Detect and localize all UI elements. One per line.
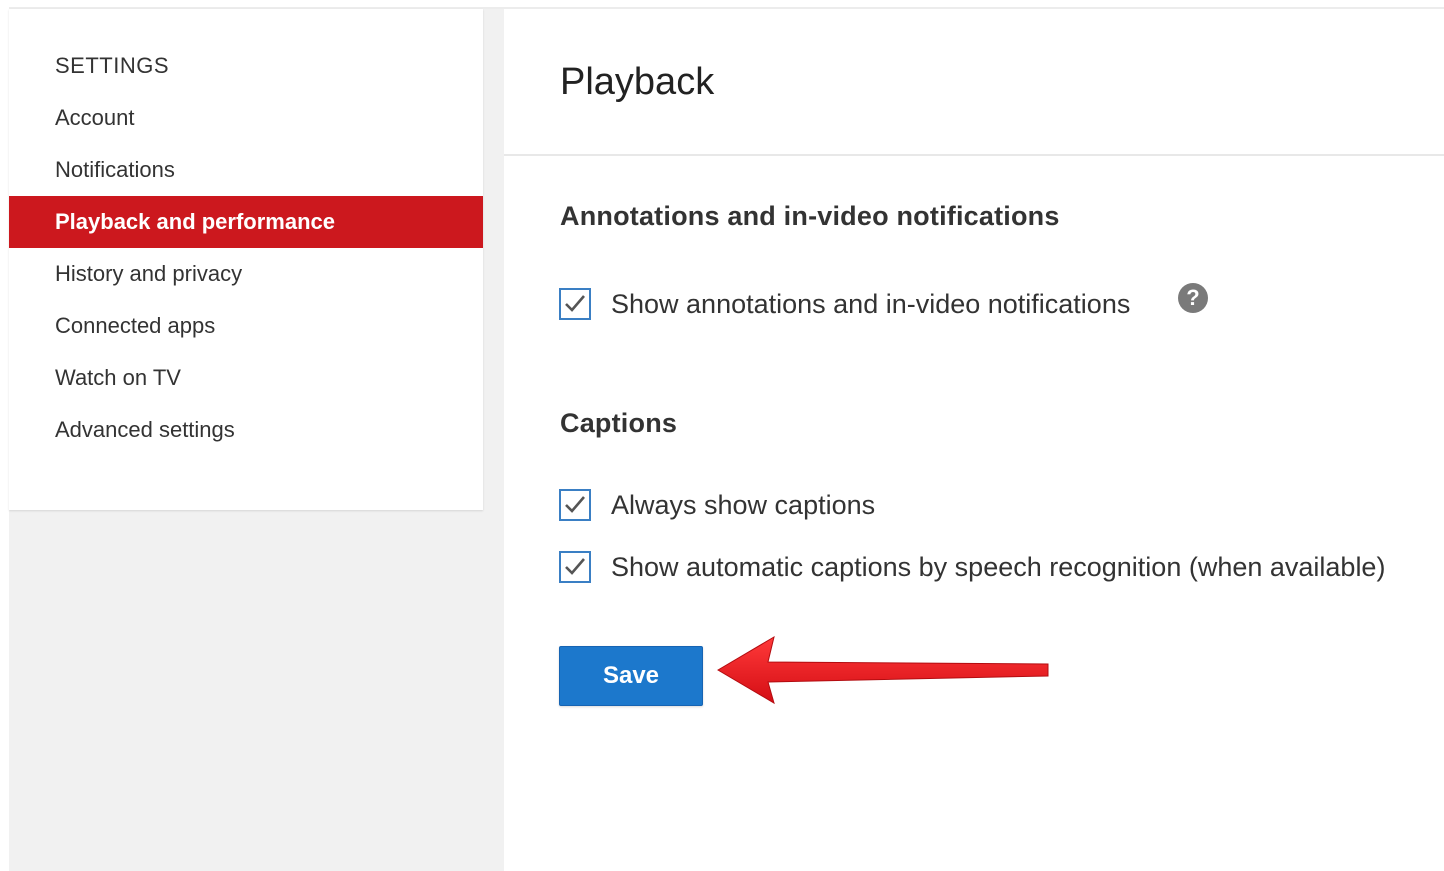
section-heading-annotations: Annotations and in-video notifications xyxy=(560,201,1060,231)
settings-page: SETTINGS Account Notifications Playback … xyxy=(0,0,1444,871)
sidebar-item-connected-apps[interactable]: Connected apps xyxy=(9,300,483,352)
settings-sidebar: SETTINGS Account Notifications Playback … xyxy=(9,9,483,510)
option-show-annotations: Show annotations and in-video notificati… xyxy=(559,285,1130,323)
sidebar-item-account[interactable]: Account xyxy=(9,92,483,144)
sidebar-item-history-and-privacy[interactable]: History and privacy xyxy=(9,248,483,300)
always-show-captions-checkbox[interactable] xyxy=(559,489,591,521)
section-heading-captions: Captions xyxy=(560,408,678,438)
option-always-show-captions: Always show captions xyxy=(559,486,875,524)
sidebar-item-playback-and-performance[interactable]: Playback and performance xyxy=(9,196,483,248)
question-icon[interactable]: ? xyxy=(1178,283,1208,313)
checkmark-icon xyxy=(565,558,585,575)
sidebar-item-watch-on-tv[interactable]: Watch on TV xyxy=(9,352,483,404)
page-title: Playback xyxy=(560,61,715,103)
sidebar-heading: SETTINGS xyxy=(55,53,170,78)
show-annotations-label: Show annotations and in-video notificati… xyxy=(611,288,1131,319)
show-annotations-checkbox[interactable] xyxy=(559,288,591,320)
checkmark-icon xyxy=(565,295,585,312)
option-automatic-captions: Show automatic captions by speech recogn… xyxy=(559,548,1385,586)
red-arrow-annotation xyxy=(717,635,1049,705)
settings-main-panel: Playback Annotations and in-video notifi… xyxy=(504,9,1444,871)
save-button[interactable]: Save xyxy=(559,646,703,706)
checkmark-icon xyxy=(565,496,585,513)
automatic-captions-checkbox[interactable] xyxy=(559,551,591,583)
always-show-captions-label: Always show captions xyxy=(611,489,876,520)
automatic-captions-label: Show automatic captions by speech recogn… xyxy=(611,551,1386,582)
title-divider xyxy=(504,154,1444,156)
sidebar-item-advanced-settings[interactable]: Advanced settings xyxy=(9,404,483,456)
sidebar-item-notifications[interactable]: Notifications xyxy=(9,144,483,196)
